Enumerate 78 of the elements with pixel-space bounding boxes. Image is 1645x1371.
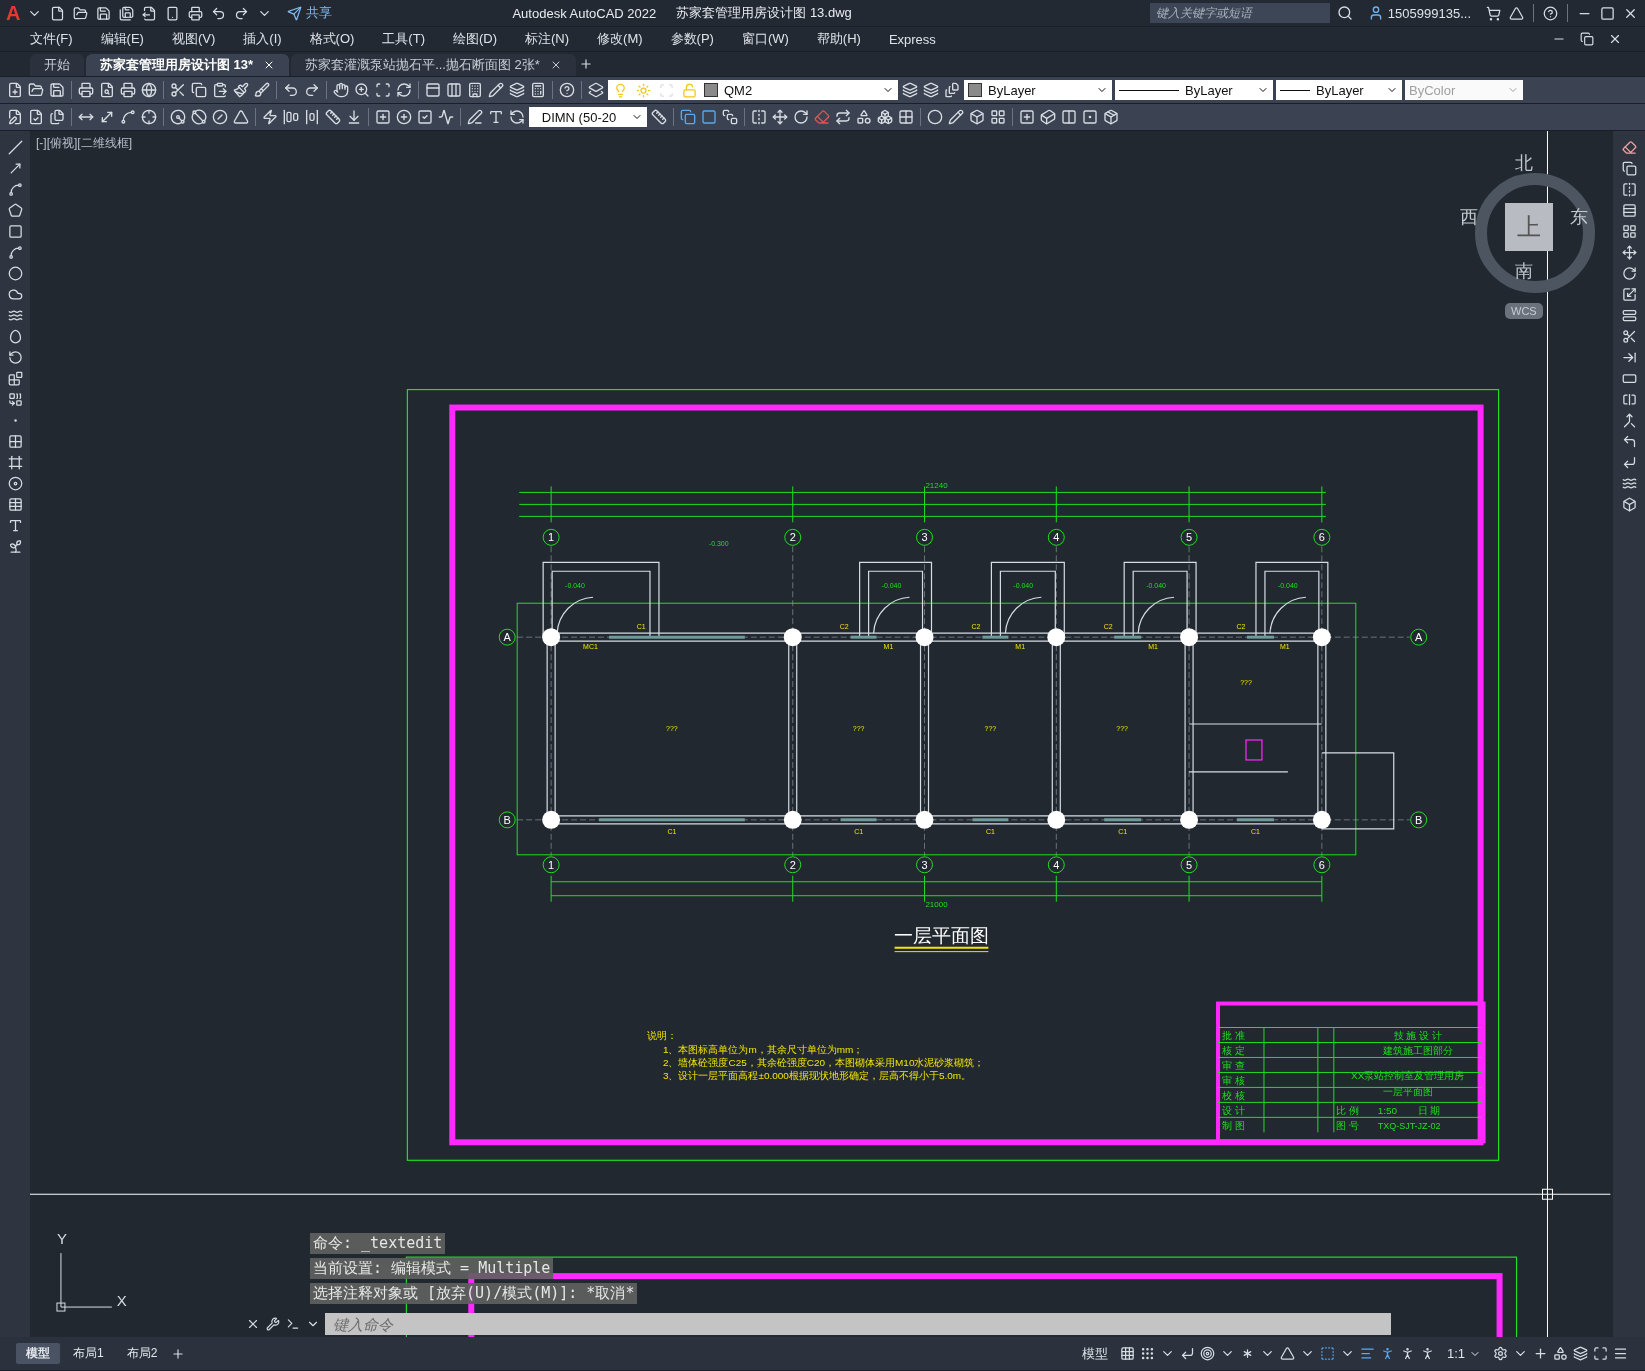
axis-bubble: 2 bbox=[784, 856, 802, 874]
layout-tab[interactable]: 模型 bbox=[16, 1343, 60, 1364]
role-label: 核 定 bbox=[1222, 1045, 1245, 1057]
dimension-text: 21000 bbox=[925, 899, 948, 909]
axis-bubble: 1 bbox=[542, 528, 560, 546]
menu-item[interactable]: 文件(F) bbox=[22, 28, 81, 50]
role-label: 制 图 bbox=[1222, 1120, 1245, 1132]
axis-bubble: 3 bbox=[916, 856, 933, 874]
menu-item[interactable]: 修改(M) bbox=[589, 28, 651, 50]
role-label: 设 计 bbox=[1222, 1105, 1245, 1117]
axis-label: X bbox=[116, 1292, 127, 1310]
axis-bubble: 5 bbox=[1180, 856, 1198, 874]
menu-item[interactable]: 帮助(H) bbox=[808, 28, 869, 50]
note-text: 2、墙体砼强度C25，其余砼强度C20，本图砌体采用M10水泥砂浆砌筑； bbox=[662, 1057, 985, 1069]
lineweight-dropdown[interactable]: ByLayer bbox=[1276, 80, 1402, 100]
layout-tab[interactable]: 布局2 bbox=[116, 1343, 168, 1364]
notes-heading: 说明： bbox=[647, 1030, 677, 1042]
role-label: 校 核 bbox=[1222, 1090, 1245, 1102]
dimension-style-dropdown[interactable]: DIMN (50-20 bbox=[529, 107, 647, 127]
file-title: 苏家套管理用房设计图 13.dwg bbox=[676, 4, 852, 22]
menu-item[interactable]: 格式(O) bbox=[301, 28, 363, 50]
scale-label: 比 例 bbox=[1335, 1105, 1359, 1117]
menu-item[interactable]: Express bbox=[880, 29, 944, 49]
annotation-scale-button[interactable]: 1:1 bbox=[1438, 1344, 1489, 1363]
app-title: Autodesk AutoCAD 2022 bbox=[512, 5, 657, 21]
axis-bubble: A bbox=[498, 628, 516, 646]
menu-item[interactable]: 视图(V) bbox=[163, 28, 224, 50]
compass-label: 东 bbox=[1570, 206, 1588, 229]
menu-item[interactable]: 参数(P) bbox=[662, 28, 722, 50]
menu-item[interactable]: 工具(T) bbox=[374, 28, 433, 50]
search-field[interactable]: 键入关键字或短语 bbox=[1149, 3, 1330, 23]
user-menu[interactable]: 1505999135... bbox=[1359, 3, 1479, 23]
role-label: 审 核 bbox=[1222, 1075, 1245, 1087]
command-input[interactable]: 键入命令 bbox=[325, 1313, 1391, 1335]
menu-item[interactable]: 标注(N) bbox=[517, 28, 578, 50]
part-text: 建筑施工图部分 bbox=[1382, 1045, 1453, 1057]
role-label: 批 准 bbox=[1222, 1030, 1245, 1042]
axis-bubble: 1 bbox=[542, 856, 560, 874]
axis-bubble: 5 bbox=[1180, 528, 1198, 546]
menu-item[interactable]: 编辑(E) bbox=[92, 28, 152, 50]
compass-label: 北 bbox=[1515, 152, 1533, 175]
compass-label: 西 bbox=[1460, 206, 1478, 229]
note-text: 1、本图标高单位为m，其余尺寸单位为mm； bbox=[662, 1044, 864, 1056]
drawing-number: TXQ-SJT-JZ-02 bbox=[1377, 1121, 1441, 1132]
project-title: XX泵站控制室及管理用房 bbox=[1351, 1070, 1465, 1082]
share-button[interactable]: 共享 bbox=[279, 2, 341, 24]
axis-bubble: 4 bbox=[1047, 856, 1065, 874]
scale-value: 1:50 bbox=[1377, 1105, 1398, 1117]
model-space-button[interactable]: 模型 bbox=[1073, 1342, 1116, 1365]
compass-label: 南 bbox=[1515, 260, 1533, 283]
axis-label: Y bbox=[56, 1230, 67, 1248]
axis-bubble: B bbox=[1410, 811, 1428, 829]
menu-item[interactable]: 绘图(D) bbox=[444, 28, 505, 50]
menu-item[interactable]: 插入(I) bbox=[235, 28, 290, 50]
dimension-text: 21240 bbox=[925, 481, 948, 491]
drawing-title: 一层平面图 bbox=[894, 924, 989, 946]
layout-tab[interactable]: 布局1 bbox=[63, 1343, 114, 1364]
number-label: 图 号 bbox=[1335, 1120, 1359, 1132]
stage-text: 技 施 设 计 bbox=[1393, 1030, 1442, 1042]
axis-bubble: B bbox=[498, 811, 516, 829]
viewport-controls[interactable]: [-][俯视][二维线框] bbox=[36, 135, 132, 152]
viewcube-face[interactable]: 上 bbox=[1505, 203, 1553, 251]
document-tab[interactable]: 开始 bbox=[30, 54, 84, 76]
axis-bubble: 4 bbox=[1047, 528, 1065, 546]
axis-bubble: A bbox=[1410, 628, 1428, 646]
document-tab[interactable]: 苏家套灌溉泵站抛石平...抛石断面图 2张* bbox=[291, 54, 576, 76]
document-tab[interactable]: 苏家套管理用房设计图 13* bbox=[86, 54, 290, 76]
menu-item[interactable]: 窗口(W) bbox=[733, 28, 797, 50]
note-text: 3、设计一层平面高程±0.000根据现状地形确定，层高不得小于5.0m。 bbox=[662, 1070, 972, 1082]
date-label: 日 期 bbox=[1417, 1105, 1441, 1117]
linetype-dropdown[interactable]: ByLayer bbox=[1115, 80, 1273, 100]
sheet-title: 一层平面图 bbox=[1382, 1086, 1433, 1098]
color-dropdown[interactable]: ByLayer bbox=[964, 80, 1112, 100]
axis-bubble: 2 bbox=[784, 528, 802, 546]
role-label: 审 查 bbox=[1222, 1060, 1245, 1072]
axis-bubble: 6 bbox=[1313, 856, 1331, 874]
axis-bubble: 6 bbox=[1313, 528, 1331, 546]
axis-bubble: 3 bbox=[916, 528, 933, 546]
